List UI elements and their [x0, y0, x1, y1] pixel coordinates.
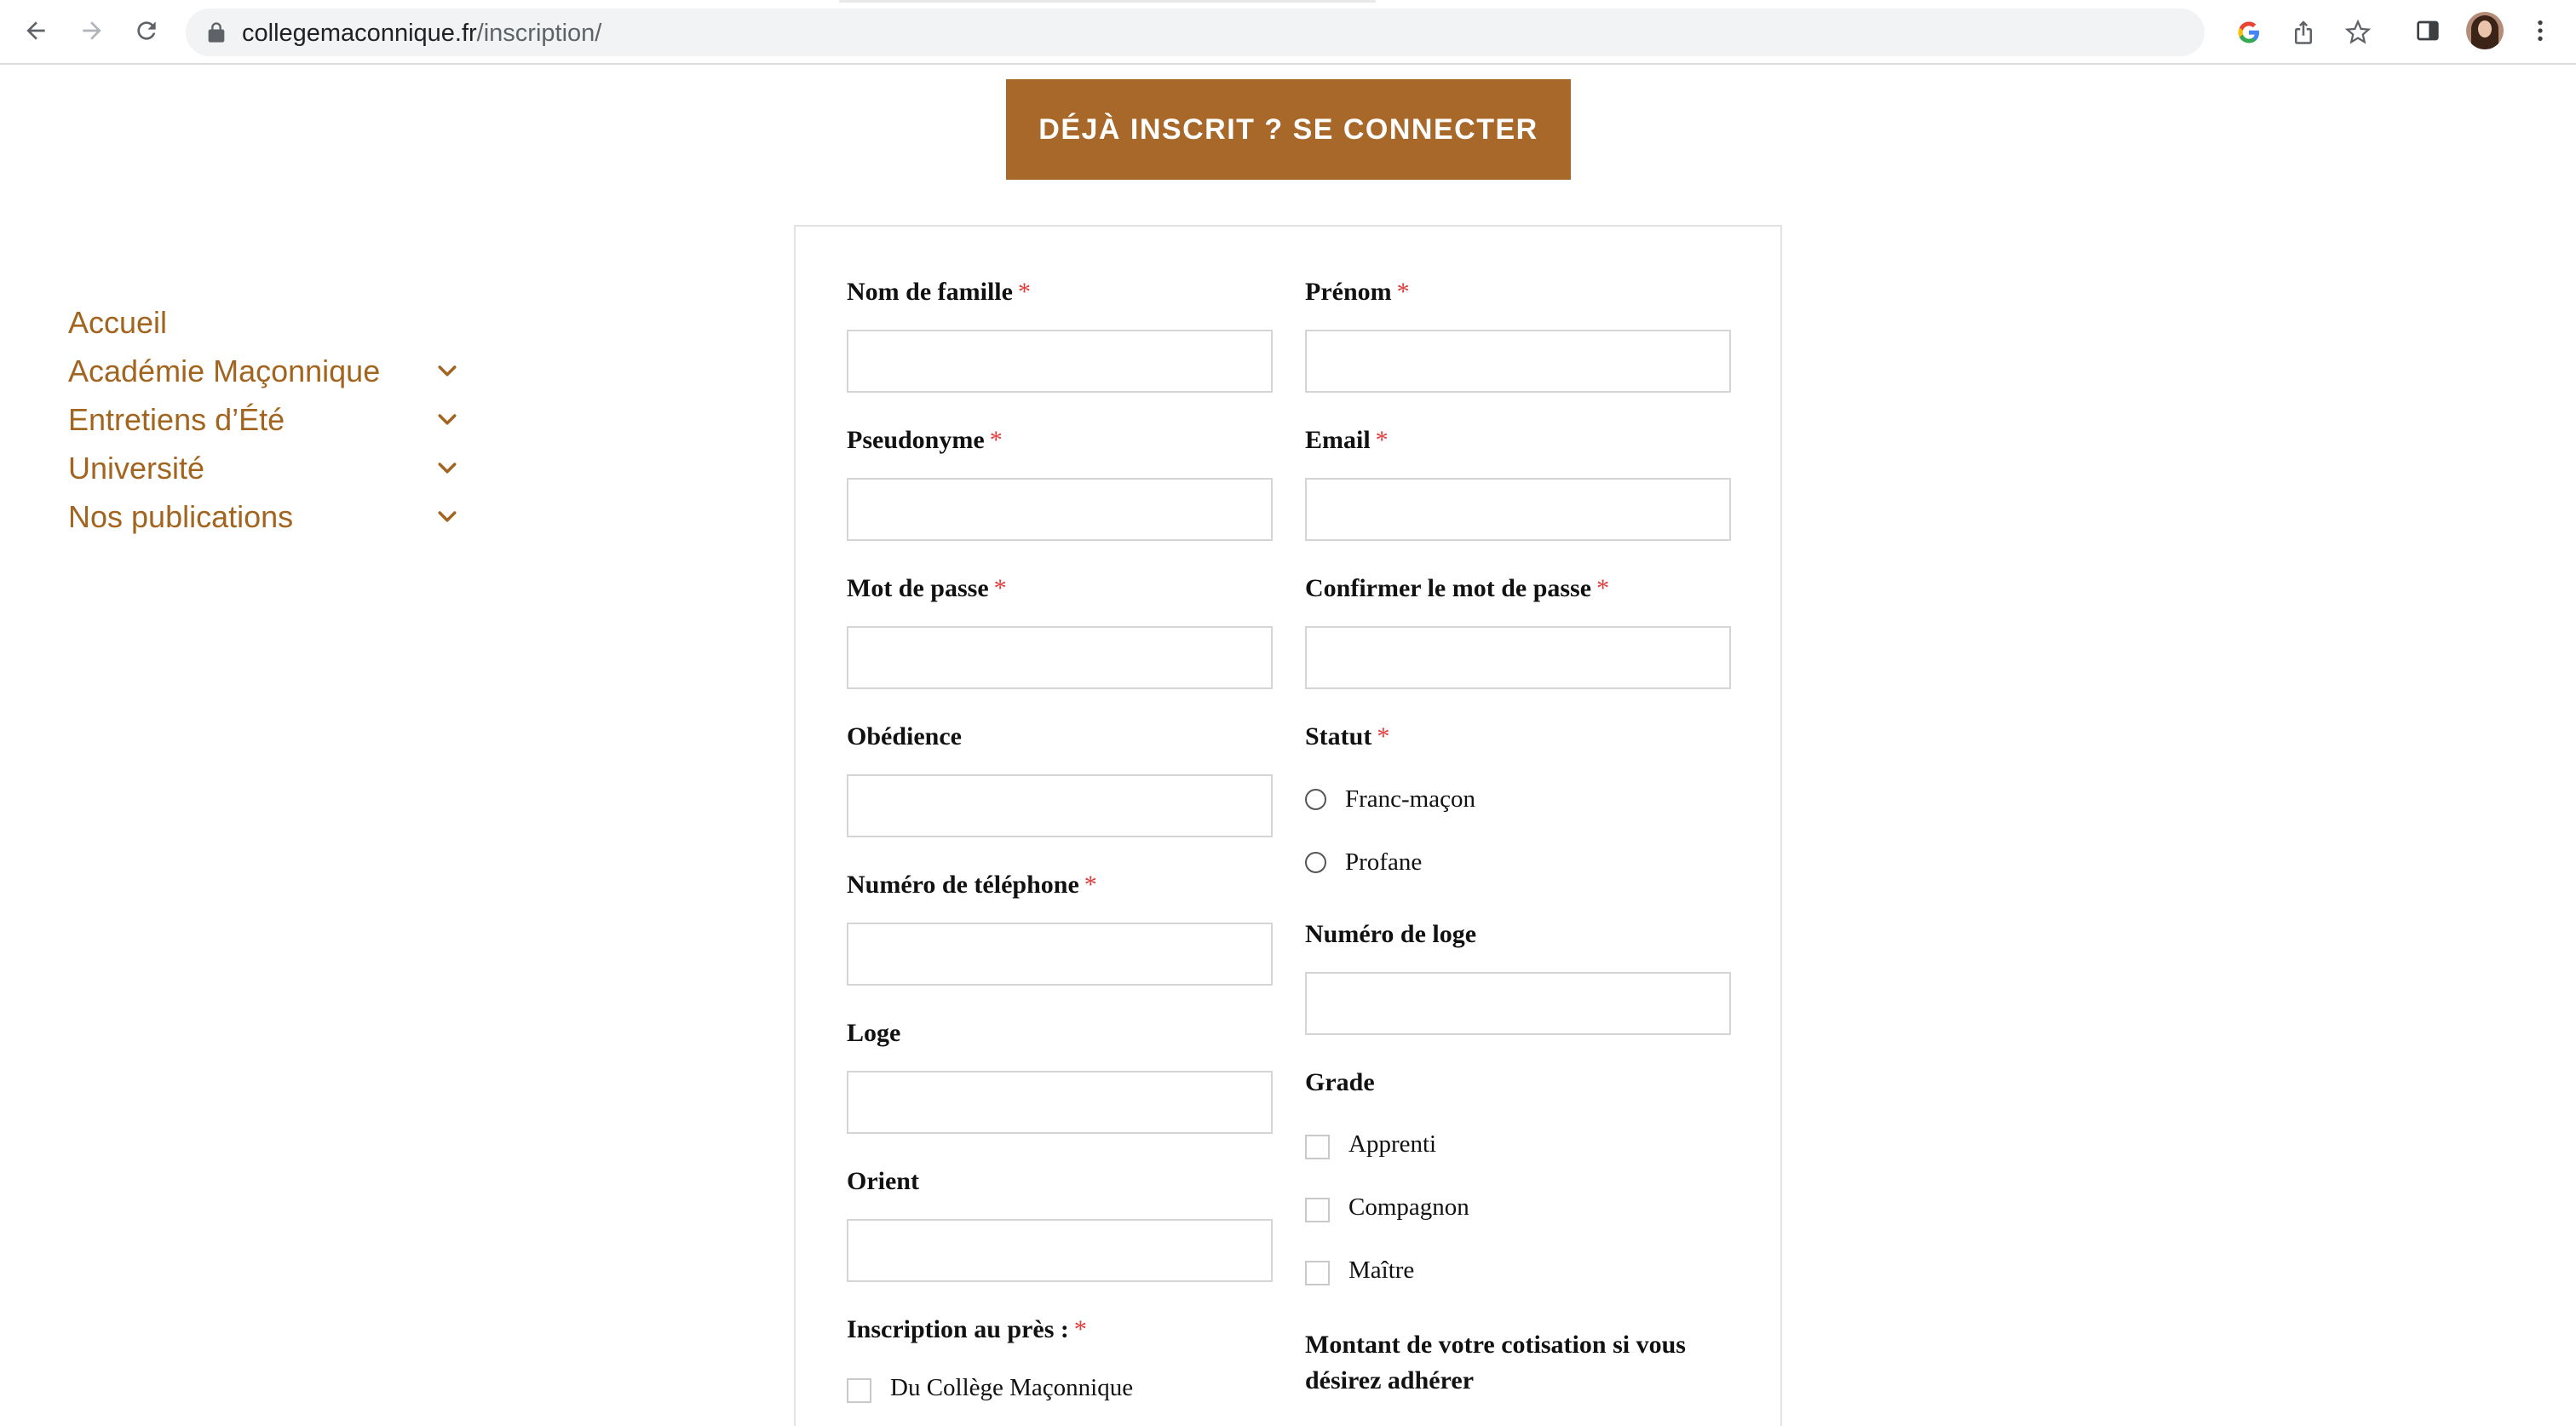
radio-label: Franc-maçon: [1345, 785, 1475, 813]
sidebar-item-accueil[interactable]: Accueil: [68, 298, 460, 347]
more-vertical-icon: [2538, 20, 2543, 41]
registration-with-label: Inscription au près : *: [847, 1315, 1087, 1343]
forward-button[interactable]: [73, 12, 111, 49]
chevron-down-icon[interactable]: [434, 504, 460, 530]
checkbox-box[interactable]: [1305, 1135, 1330, 1159]
checkbox-label: Du Collège Maçonnique: [890, 1374, 1134, 1401]
lodge-label: Loge: [847, 1019, 901, 1047]
college-maconnique-checkbox[interactable]: Du Collège Maçonnique: [847, 1373, 1133, 1403]
google-icon: [2238, 21, 2259, 43]
contribution-label: Montant de votre cotisation si vous dési…: [1305, 1331, 1686, 1394]
bookmark-button[interactable]: [2343, 17, 2373, 48]
status-label: Statut *: [1305, 722, 1390, 750]
confirm-password-label: Confirmer le mot de passe *: [1305, 574, 1610, 602]
phone-label: Numéro de téléphone *: [847, 871, 1097, 899]
chevron-down-icon[interactable]: [434, 456, 460, 481]
last-name-input[interactable]: [847, 330, 1273, 393]
url-domain: collegemaconnique.fr: [242, 20, 477, 47]
orient-input[interactable]: [847, 1219, 1273, 1282]
sidebar-item-label: Académie Maçonnique: [68, 353, 381, 388]
first-name-input[interactable]: [1305, 330, 1731, 393]
sidebar-item-universite[interactable]: Université: [68, 444, 460, 492]
google-lens-button[interactable]: [2234, 17, 2264, 48]
password-label: Mot de passe *: [847, 574, 1007, 602]
first-name-label: Prénom *: [1305, 278, 1410, 306]
last-name-label: Nom de famille *: [847, 278, 1031, 306]
arrow-right-icon: [83, 21, 101, 40]
browser-toolbar: collegemaconnique.fr/inscription/: [0, 0, 2576, 65]
profile-avatar[interactable]: [2466, 12, 2504, 49]
checkbox-label: Compagnon: [1348, 1193, 1469, 1221]
star-icon: [2345, 20, 2371, 44]
obedience-input[interactable]: [847, 774, 1273, 837]
confirm-password-input[interactable]: [1305, 626, 1731, 689]
sidebar-item-entretiens[interactable]: Entretiens d’Été: [68, 395, 460, 444]
sidebar-nav: Accueil Académie Maçonnique Entretiens d…: [68, 298, 460, 541]
reload-button[interactable]: [128, 12, 165, 49]
obedience-label: Obédience: [847, 722, 962, 750]
radio-label: Profane: [1345, 848, 1423, 876]
email-input[interactable]: [1305, 478, 1731, 541]
lodge-input[interactable]: [847, 1071, 1273, 1134]
sidebar-item-academie[interactable]: Académie Maçonnique: [68, 347, 460, 395]
phone-input[interactable]: [847, 923, 1273, 986]
checkbox-label: Maître: [1348, 1256, 1415, 1284]
checkbox-label: Apprenti: [1348, 1130, 1437, 1158]
grade-option-apprenti[interactable]: Apprenti: [1305, 1130, 1436, 1159]
grade-label: Grade: [1305, 1068, 1375, 1096]
side-panel-icon: [2417, 20, 2439, 41]
chevron-down-icon[interactable]: [434, 359, 460, 384]
tab-strip-edge: [839, 0, 1376, 3]
share-icon: [2295, 20, 2312, 44]
lock-icon[interactable]: [204, 20, 228, 44]
url-path: /inscription/: [476, 20, 602, 47]
grade-option-compagnon[interactable]: Compagnon: [1305, 1193, 1469, 1222]
status-option-profane[interactable]: Profane: [1305, 848, 1422, 877]
email-label: Email *: [1305, 426, 1389, 454]
chevron-down-icon[interactable]: [434, 407, 460, 433]
address-bar[interactable]: collegemaconnique.fr/inscription/: [186, 9, 2371, 56]
checkbox-box[interactable]: [1305, 1261, 1330, 1285]
grade-option-maitre[interactable]: Maître: [1305, 1256, 1414, 1285]
sidebar-item-label: Nos publications: [68, 498, 294, 534]
sidebar-item-publications[interactable]: Nos publications: [68, 492, 460, 541]
side-panel-button[interactable]: [2409, 12, 2447, 49]
reload-icon: [137, 21, 156, 40]
share-button[interactable]: [2288, 17, 2319, 48]
lodge-number-input[interactable]: [1305, 972, 1731, 1035]
sidebar-item-label: Accueil: [68, 304, 168, 340]
status-option-franc-macon[interactable]: Franc-maçon: [1305, 785, 1475, 814]
password-input[interactable]: [847, 626, 1273, 689]
sidebar-item-label: Université: [68, 450, 205, 486]
lodge-number-label: Numéro de loge: [1305, 920, 1477, 948]
arrow-left-icon: [26, 21, 45, 40]
back-button[interactable]: [17, 12, 55, 49]
orient-label: Orient: [847, 1167, 919, 1195]
checkbox-box[interactable]: [1305, 1198, 1330, 1222]
avatar-face: [2478, 20, 2492, 37]
url-text[interactable]: collegemaconnique.fr/inscription/: [242, 19, 601, 48]
radio-button[interactable]: [1305, 789, 1326, 810]
pseudonym-label: Pseudonyme *: [847, 426, 1003, 454]
checkbox-box[interactable]: [847, 1378, 871, 1403]
sidebar-item-label: Entretiens d’Été: [68, 401, 285, 437]
pseudonym-input[interactable]: [847, 478, 1273, 541]
menu-button[interactable]: [2521, 12, 2559, 49]
radio-button[interactable]: [1305, 852, 1326, 873]
login-button[interactable]: DÉJÀ INSCRIT ? SE CONNECTER: [1006, 79, 1571, 180]
